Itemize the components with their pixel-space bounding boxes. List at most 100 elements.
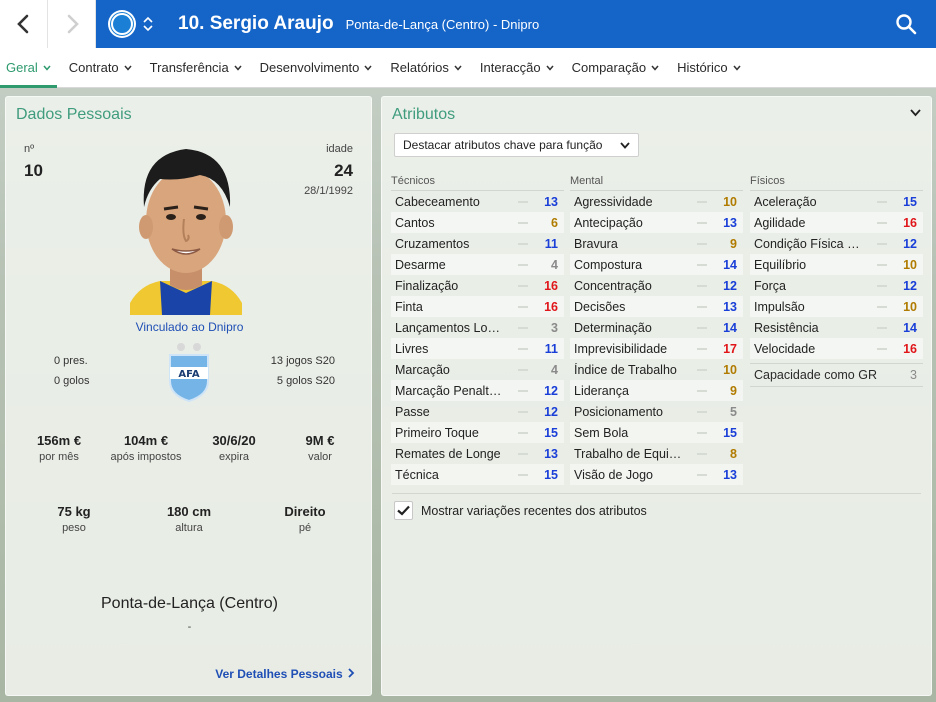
- attribute-change-indicator: [518, 263, 528, 266]
- attribute-name: Concentração: [574, 278, 652, 293]
- national-team-badge-icon[interactable]: AFA: [166, 341, 212, 403]
- chevron-left-icon: [16, 14, 28, 34]
- tab-bar: Geral Contrato Transferência Desenvolviment…: [0, 48, 936, 88]
- attribute-row[interactable]: Compostura 14: [570, 254, 743, 275]
- attribute-row[interactable]: Velocidade 16: [750, 338, 923, 359]
- personal-details-link[interactable]: Ver Detalhes Pessoais: [215, 667, 355, 681]
- attribute-row[interactable]: Marcação Penalties 12: [391, 380, 564, 401]
- attribute-row[interactable]: Liderança 9: [570, 380, 743, 401]
- tab-1[interactable]: Contrato: [63, 48, 138, 87]
- attribute-row[interactable]: Desarme 4: [391, 254, 564, 275]
- attribute-value: 12: [903, 236, 917, 251]
- attribute-value: 4: [551, 257, 558, 272]
- gk-capability-row[interactable]: Capacidade como GR 3: [750, 363, 923, 387]
- tab-0[interactable]: Geral: [0, 48, 57, 88]
- attribute-row[interactable]: Condição Física N... 12: [750, 233, 923, 254]
- tab-4[interactable]: Relatórios: [384, 48, 468, 87]
- attribute-name: Liderança: [574, 383, 629, 398]
- tab-6[interactable]: Comparação: [566, 48, 665, 87]
- attribute-row[interactable]: Passe 12: [391, 401, 564, 422]
- linked-club-link[interactable]: Vinculado ao Dnipro: [6, 320, 373, 334]
- attribute-name: Impulsão: [754, 299, 805, 314]
- attribute-row[interactable]: Impulsão 10: [750, 296, 923, 317]
- attribute-row[interactable]: Agressividade 10: [570, 191, 743, 212]
- attribute-name: Marcação: [395, 362, 450, 377]
- tab-7[interactable]: Histórico: [671, 48, 747, 87]
- attribute-change-indicator: [518, 347, 528, 350]
- chevron-right-icon: [348, 668, 355, 678]
- search-icon[interactable]: [894, 12, 918, 36]
- attribute-row[interactable]: Equilíbrio 10: [750, 254, 923, 275]
- club-cycle-arrows[interactable]: [142, 15, 154, 33]
- attribute-row[interactable]: Remates de Longe 13: [391, 443, 564, 464]
- attribute-row[interactable]: Finalização 16: [391, 275, 564, 296]
- attribute-row[interactable]: Cabeceamento 13: [391, 191, 564, 212]
- attribute-value: 9: [730, 236, 737, 251]
- attribute-row[interactable]: Concentração 12: [570, 275, 743, 296]
- collapse-chevron-icon[interactable]: [910, 109, 921, 117]
- attribute-row[interactable]: Resistência 14: [750, 317, 923, 338]
- mental-column: Mental Agressividade 10 Antecipação 13 Bravu…: [570, 175, 743, 485]
- tab-label: Contrato: [68, 60, 119, 75]
- highlight-role-dropdown[interactable]: Destacar atributos chave para função: [394, 133, 639, 157]
- attribute-change-indicator: [518, 368, 528, 371]
- attribute-row[interactable]: Cantos 6: [391, 212, 564, 233]
- attribute-row[interactable]: Trabalho de Equipa 8: [570, 443, 743, 464]
- club-switcher[interactable]: [96, 0, 166, 48]
- attribute-change-indicator: [697, 284, 707, 287]
- attribute-row[interactable]: Índice de Trabalho 10: [570, 359, 743, 380]
- weight-stat: 75 kg peso: [36, 504, 112, 534]
- attribute-row[interactable]: Cruzamentos 11: [391, 233, 564, 254]
- show-changes-checkbox[interactable]: [394, 501, 413, 520]
- chevron-up-icon: [143, 16, 153, 23]
- attribute-value: 6: [551, 215, 558, 230]
- player-position: Ponta-de-Lança (Centro): [101, 595, 278, 612]
- player-subtitle[interactable]: Ponta-de-Lança (Centro) - Dnipro: [346, 17, 540, 32]
- attribute-row[interactable]: Bravura 9: [570, 233, 743, 254]
- attribute-row[interactable]: Sem Bola 15: [570, 422, 743, 443]
- attribute-row[interactable]: Determinação 14: [570, 317, 743, 338]
- tab-5[interactable]: Interacção: [474, 48, 560, 87]
- tab-label: Transferência: [149, 60, 229, 75]
- tab-2[interactable]: Transferência: [144, 48, 248, 87]
- attribute-row[interactable]: Visão de Jogo 13: [570, 464, 743, 485]
- attribute-row[interactable]: Marcação 4: [391, 359, 564, 380]
- attribute-change-indicator: [877, 284, 887, 287]
- attribute-row[interactable]: Livres 11: [391, 338, 564, 359]
- attribute-row[interactable]: Decisões 13: [570, 296, 743, 317]
- tab-label: Geral: [6, 60, 38, 75]
- show-changes-toggle[interactable]: Mostrar variações recentes dos atributos: [394, 501, 647, 520]
- attribute-name: Agressividade: [574, 194, 653, 209]
- attribute-name: Trabalho de Equipa: [574, 446, 683, 461]
- attribute-row[interactable]: Primeiro Toque 15: [391, 422, 564, 443]
- market-value-label: valor: [308, 451, 332, 463]
- attribute-name: Lançamentos Lon...: [395, 320, 505, 335]
- attribute-change-indicator: [518, 305, 528, 308]
- attribute-name: Visão de Jogo: [574, 467, 653, 482]
- wage-label: por mês: [39, 451, 79, 463]
- attribute-change-indicator: [697, 326, 707, 329]
- technical-column: Técnicos Cabeceamento 13 Cantos 6 Cruzamento…: [391, 175, 564, 485]
- attribute-row[interactable]: Força 12: [750, 275, 923, 296]
- attribute-row[interactable]: Técnica 15: [391, 464, 564, 485]
- attribute-value: 13: [723, 299, 737, 314]
- attribute-row[interactable]: Lançamentos Lon... 3: [391, 317, 564, 338]
- attribute-row[interactable]: Finta 16: [391, 296, 564, 317]
- tab-3[interactable]: Desenvolvimento: [254, 48, 379, 87]
- after-tax-value: 104m €: [123, 433, 169, 448]
- attribute-change-indicator: [518, 473, 528, 476]
- forward-button[interactable]: [48, 0, 96, 48]
- chevron-down-icon: [454, 65, 462, 71]
- back-button[interactable]: [0, 0, 48, 48]
- attribute-name: Agilidade: [754, 215, 806, 230]
- attribute-value: 5: [730, 404, 737, 419]
- attribute-row[interactable]: Posicionamento 5: [570, 401, 743, 422]
- attribute-row[interactable]: Agilidade 16: [750, 212, 923, 233]
- attribute-name: Equilíbrio: [754, 257, 807, 272]
- attribute-row[interactable]: Aceleração 15: [750, 191, 923, 212]
- market-value: 9M €: [305, 433, 335, 448]
- attribute-value: 10: [723, 362, 737, 377]
- attribute-row[interactable]: Antecipação 13: [570, 212, 743, 233]
- technical-header: Técnicos: [391, 175, 564, 191]
- attribute-row[interactable]: Imprevisibilidade 17: [570, 338, 743, 359]
